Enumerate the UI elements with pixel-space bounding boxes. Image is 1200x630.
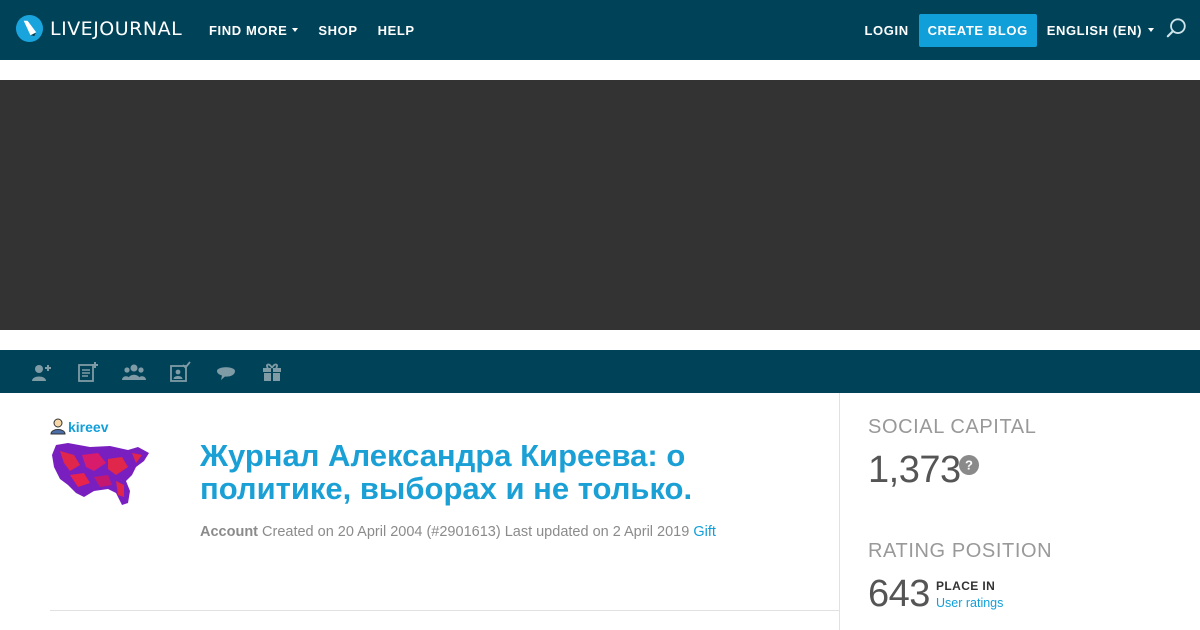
user-ratings-link[interactable]: User ratings: [936, 596, 1003, 610]
login-link[interactable]: LOGIN: [865, 23, 909, 38]
column-divider: [839, 393, 840, 630]
livejournal-logo-icon: [15, 14, 44, 43]
main-nav: FIND MORE SHOP HELP: [209, 0, 415, 60]
nav-shop-label: SHOP: [318, 22, 358, 38]
updated-text: Last updated on 2 April 2019: [504, 524, 690, 540]
account-label: Account: [200, 524, 258, 540]
profile-content: kireev Журнал Александра Киреева: о поли…: [0, 393, 1200, 630]
gift-icon[interactable]: [260, 360, 284, 384]
username-link[interactable]: kireev: [68, 419, 108, 435]
profile-toolbar: [0, 350, 1200, 393]
user-icon: [50, 418, 66, 435]
userpic[interactable]: [50, 441, 150, 507]
social-capital-heading: SOCIAL CAPITAL: [868, 416, 1037, 438]
search-icon[interactable]: [1166, 17, 1188, 39]
content-divider: [50, 610, 839, 611]
created-text: Created on 20 April 2004 (#2901613): [262, 524, 501, 540]
subscribe-icon[interactable]: [168, 360, 192, 384]
rating-position-heading: RATING POSITION: [868, 540, 1053, 562]
journal-banner: [0, 80, 1200, 330]
rating-position-value: 643: [868, 573, 930, 615]
account-meta: Account Created on 20 April 2004 (#29016…: [200, 524, 716, 540]
chevron-down-icon: [1148, 28, 1154, 32]
social-capital-value: 1,373: [868, 449, 961, 491]
community-icon[interactable]: [122, 360, 146, 384]
nav-help-label: HELP: [377, 22, 415, 38]
user-line: kireev: [50, 418, 108, 435]
svg-text:?: ?: [965, 458, 973, 473]
account-nav: LOGIN CREATE BLOG ENGLISH (EN): [865, 0, 1188, 60]
profile-main: kireev Журнал Александра Киреева: о поли…: [50, 393, 839, 630]
message-icon[interactable]: [214, 360, 238, 384]
gift-link[interactable]: Gift: [693, 524, 716, 540]
journal-title[interactable]: Журнал Александра Киреева: о политике, в…: [200, 439, 760, 505]
place-in-label: PLACE IN: [936, 579, 996, 593]
language-selector[interactable]: ENGLISH (EN): [1047, 23, 1154, 38]
create-blog-button[interactable]: CREATE BLOG: [918, 13, 1037, 47]
language-label: ENGLISH (EN): [1046, 22, 1142, 38]
livejournal-logo[interactable]: LIVEJOURNAL: [15, 14, 182, 43]
add-friend-icon[interactable]: [30, 360, 54, 384]
top-navigation: LIVEJOURNAL FIND MORE SHOP HELP LOGIN CR…: [0, 0, 1200, 60]
add-entry-icon[interactable]: [76, 360, 100, 384]
nav-find-more[interactable]: FIND MORE: [209, 22, 299, 38]
nav-help[interactable]: HELP: [378, 23, 415, 38]
nav-shop[interactable]: SHOP: [318, 23, 357, 38]
chevron-down-icon: [292, 28, 299, 32]
help-icon[interactable]: ?: [959, 455, 979, 475]
nav-find-more-label: FIND MORE: [209, 22, 288, 38]
logo-text: LIVEJOURNAL: [50, 17, 183, 40]
